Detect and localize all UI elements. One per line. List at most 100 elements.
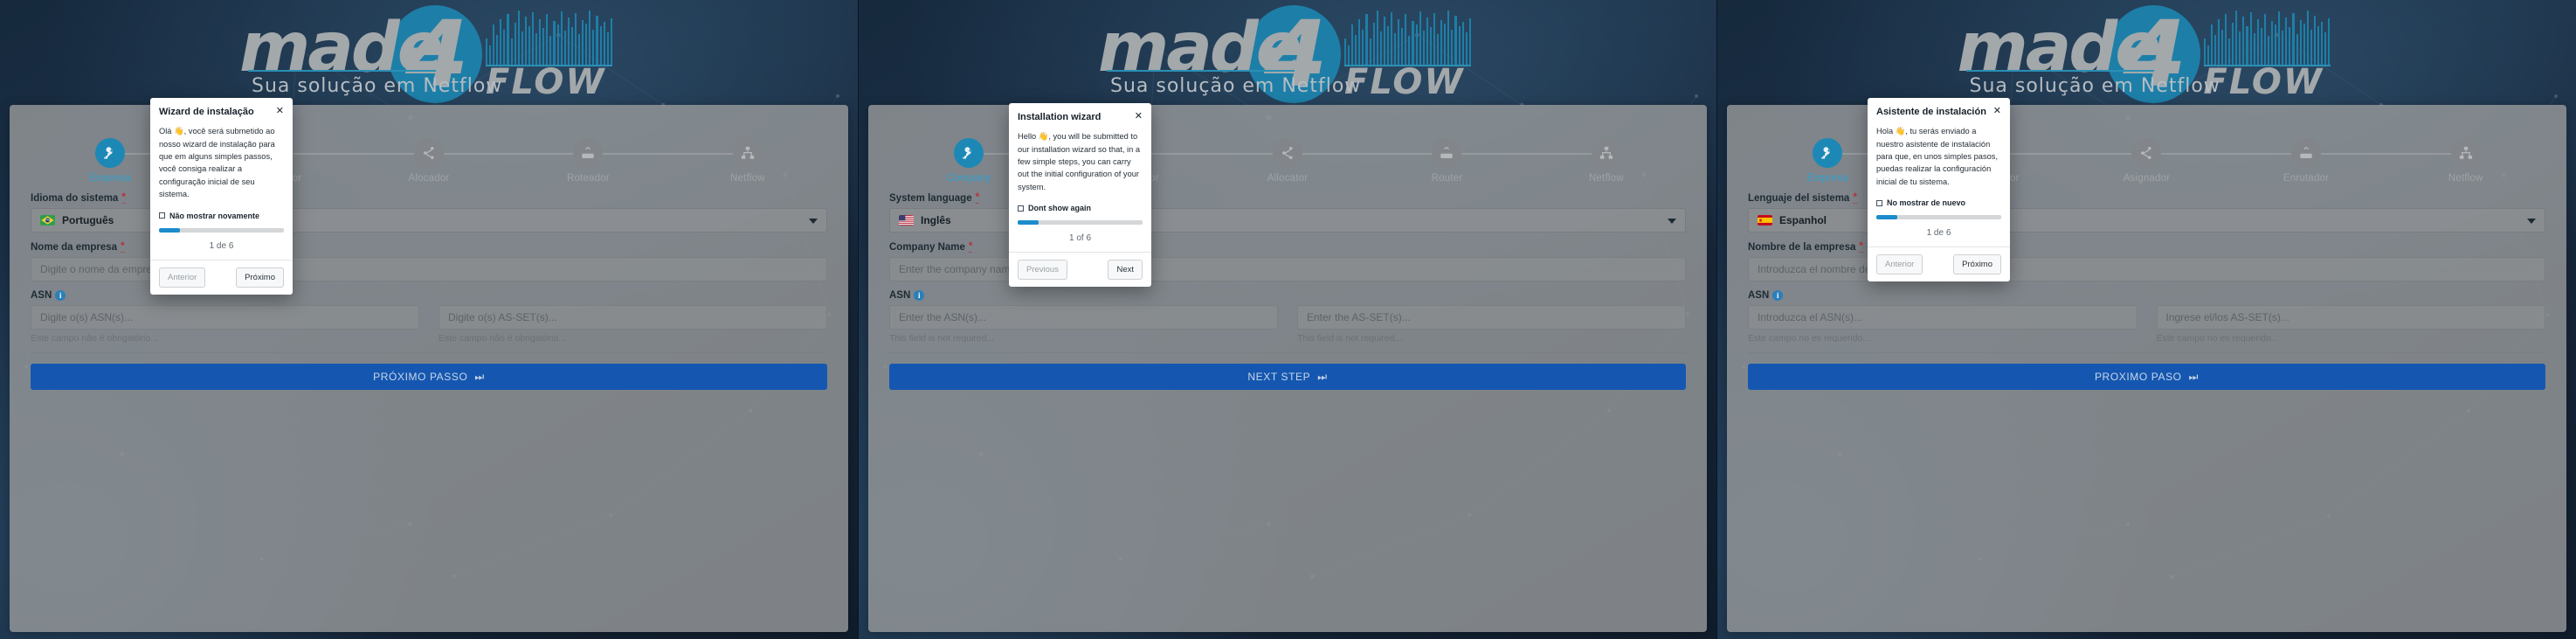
router-icon: [1432, 138, 1462, 168]
next-button[interactable]: Próximo: [1953, 254, 2001, 275]
modal-header: Installation wizard ✕: [1009, 103, 1151, 123]
previous-button[interactable]: Anterior: [1876, 254, 1923, 275]
wizard-step-network[interactable]: Netflow: [2386, 138, 2545, 184]
wizard-step-label: Empresa: [89, 173, 131, 184]
as-set-hint: This field is not required...: [1297, 333, 1403, 344]
next-step-label: PROXIMO PASO: [2094, 371, 2182, 383]
wizard-step-share[interactable]: Alocador: [349, 138, 509, 184]
next-step-button[interactable]: PROXIMO PASO ⏭: [1748, 364, 2545, 390]
modal-body: Hello 👋, you will be submitted to our in…: [1009, 123, 1151, 243]
required-asterisk: *: [968, 241, 973, 253]
share-icon: [414, 138, 445, 168]
wizard-step-share[interactable]: Allocator: [1207, 138, 1368, 184]
required-asterisk: *: [975, 192, 980, 204]
section-divider: [889, 352, 1686, 353]
modal-footer: Anterior Próximo: [1868, 247, 2010, 281]
modal-header: Asistente de instalación ✕: [1868, 98, 2010, 118]
step-connector-right: [2321, 153, 2386, 155]
asn-input[interactable]: Introduzca el ASN(s)...: [1748, 305, 2137, 330]
wizard-step-counter: 1 de 6: [1926, 228, 1951, 239]
as-set-input[interactable]: Enter the AS-SET(s)...: [1297, 305, 1686, 330]
step-connector-right: [1461, 153, 1527, 155]
wizard-step-network[interactable]: Netflow: [667, 138, 827, 184]
share-icon: [1273, 138, 1303, 168]
wizard-step-label: Asignador: [2123, 173, 2171, 184]
network-icon: [732, 138, 763, 168]
wizard-step-router[interactable]: Enrutador: [2226, 138, 2386, 184]
wizard-step-network[interactable]: Netflow: [1526, 138, 1686, 184]
modal-title: Wizard de instalação: [159, 107, 254, 117]
logo-wordmark-flow: FLOW: [1344, 62, 1465, 102]
key-icon: [95, 138, 126, 168]
network-icon: [1591, 138, 1621, 168]
logo-wordmark-flow: FLOW: [2203, 62, 2324, 102]
next-step-button[interactable]: NEXT STEP ⏭: [889, 364, 1686, 390]
logo-equalizer-bars: [486, 10, 612, 65]
language-label-text: Lenguaje del sistema: [1748, 192, 1850, 204]
wizard-step-router[interactable]: Roteador: [508, 138, 668, 184]
network-icon: [2450, 138, 2481, 168]
modal-header: Wizard de instalação ✕: [150, 98, 293, 118]
wizard-progress-fill: [159, 227, 181, 233]
info-icon[interactable]: i: [1772, 290, 1784, 301]
required-asterisk: *: [1859, 241, 1863, 253]
dont-show-again-row[interactable]: No mostrar de nuevo: [1876, 198, 2001, 207]
step-connector-right: [284, 153, 349, 155]
skip-forward-icon: ⏭: [1317, 370, 1328, 383]
flag-us-icon: [899, 215, 914, 226]
close-icon[interactable]: ✕: [271, 107, 284, 116]
previous-button[interactable]: Previous: [1018, 260, 1067, 281]
language-selected-value: Inglês: [921, 214, 951, 226]
dont-show-again-checkbox[interactable]: [159, 212, 165, 219]
wizard-step-label: Alocador: [408, 173, 450, 184]
next-step-label: NEXT STEP: [1247, 371, 1311, 383]
next-button[interactable]: Próximo: [236, 267, 284, 288]
asn-input[interactable]: Enter the ASN(s)...: [889, 305, 1278, 330]
modal-message: Hola 👋, tu serás enviado a nuestro asist…: [1876, 127, 1999, 186]
asn-input[interactable]: Digite o(s) ASN(s)...: [31, 305, 419, 330]
wizard-step-label: Empresa: [1806, 173, 1848, 184]
dont-show-again-row[interactable]: Dont show again: [1018, 204, 1143, 212]
info-icon[interactable]: i: [914, 290, 925, 301]
required-asterisk: *: [1853, 192, 1857, 204]
section-divider: [31, 352, 827, 353]
step-connector-right: [603, 153, 668, 155]
wizard-step-share[interactable]: Asignador: [2067, 138, 2227, 184]
next-step-button[interactable]: PRÓXIMO PASSO ⏭: [31, 364, 827, 390]
info-icon[interactable]: i: [55, 290, 66, 301]
as-set-input[interactable]: Ingrese el/los AS-SET(s)...: [2156, 305, 2545, 330]
previous-button[interactable]: Anterior: [159, 267, 206, 288]
asn-field-label: ASN i: [889, 290, 1686, 301]
as-set-input[interactable]: Digite o(s) AS-SET(s)...: [439, 305, 827, 330]
chevron-down-icon: [809, 219, 818, 224]
dont-show-again-checkbox[interactable]: [1018, 205, 1024, 212]
dont-show-again-row[interactable]: Não mostrar novamente: [159, 212, 284, 220]
company-label-text: Nome da empresa: [31, 241, 118, 253]
step-connector-right: [1302, 153, 1368, 155]
next-button[interactable]: Next: [1108, 260, 1143, 281]
wizard-progress-fill: [1876, 215, 1898, 220]
key-icon: [954, 138, 984, 168]
step-connector-right: [2001, 153, 2068, 155]
close-icon[interactable]: ✕: [1988, 107, 2001, 116]
wizard-step-router[interactable]: Router: [1367, 138, 1527, 184]
step-connector-right: [444, 153, 509, 155]
skip-forward-icon: ⏭: [2188, 370, 2200, 383]
screenshot-triptych: made 4 FLOW Sua solução em Netflow Empre…: [0, 0, 2576, 639]
close-icon[interactable]: ✕: [1129, 112, 1143, 122]
wizard-step-label: Netflow: [729, 173, 765, 184]
step-connector-left: [1526, 153, 1592, 155]
brand-logo: made 4 FLOW Sua solução em Netflow: [0, 3, 858, 103]
skip-forward-icon: ⏭: [474, 370, 485, 383]
company-label-text: Nombre de la empresa: [1748, 241, 1856, 253]
logo-equalizer-bars: [2203, 10, 2331, 65]
step-connector-left: [2067, 153, 2132, 155]
wizard-progress-bar: [159, 227, 284, 233]
setup-card: CompanyAdministratorAllocatorRouterNetfl…: [868, 105, 1707, 632]
wizard-step-counter: 1 of 6: [1068, 233, 1092, 244]
installation-wizard-modal: Installation wizard ✕ Hello 👋, you will …: [1009, 103, 1151, 288]
dont-show-again-checkbox[interactable]: [1876, 199, 1882, 206]
section-divider: [1748, 352, 2545, 353]
step-connector-left: [2226, 153, 2292, 155]
installation-wizard-modal: Wizard de instalação ✕ Olá 👋, você será …: [150, 98, 293, 295]
